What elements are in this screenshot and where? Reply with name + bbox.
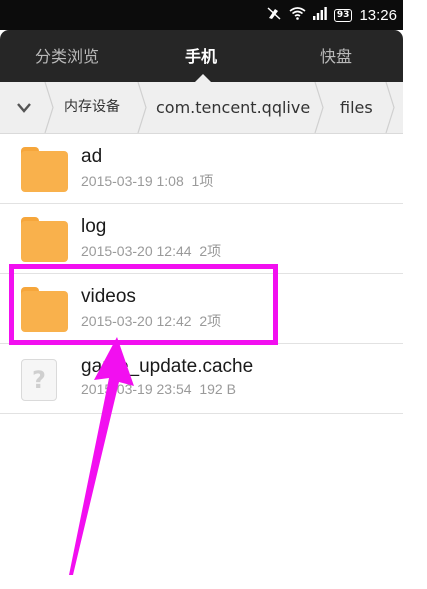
file-meta: 2015-03-20 12:44 2项 [81, 241, 221, 261]
status-icons: 93 13:26 [266, 0, 397, 30]
tab-category-browse[interactable]: 分类浏览 [0, 30, 134, 82]
highlight-box [9, 264, 278, 345]
file-name: ad [81, 146, 103, 167]
breadcrumb-separator [314, 82, 324, 133]
file-date: 2015-03-19 1:08 [81, 173, 184, 189]
file-info: 192 B [199, 381, 236, 397]
file-info: 1项 [191, 173, 214, 189]
file-date: 2015-03-19 23:54 [81, 381, 192, 397]
chevron-down-icon[interactable] [16, 82, 36, 133]
mute-icon [266, 6, 282, 24]
breadcrumb-item-internal-storage[interactable]: 内存设备 [64, 82, 120, 133]
file-info: 2项 [199, 243, 222, 259]
list-item[interactable]: ? game_update.cache 2015-03-19 23:54 192… [0, 343, 403, 414]
signal-icon [312, 6, 327, 24]
folder-icon [21, 217, 68, 262]
breadcrumb-separator [44, 82, 54, 133]
file-name: log [81, 216, 107, 237]
file-name: game_update.cache [81, 356, 254, 377]
breadcrumb-separator [385, 82, 395, 133]
file-manager-screen: 93 13:26 分类浏览 手机 快盘 内存设备 com.tencent.qql… [0, 0, 403, 589]
wifi-icon [289, 6, 306, 24]
battery-icon: 93 [333, 8, 353, 22]
breadcrumb: 内存设备 com.tencent.qqlive files [0, 82, 403, 134]
list-item[interactable]: ad 2015-03-19 1:08 1项 [0, 133, 403, 204]
file-meta: 2015-03-19 23:54 192 B [81, 381, 236, 397]
breadcrumb-item-package[interactable]: com.tencent.qqlive [156, 82, 310, 133]
breadcrumb-item-files[interactable]: files [340, 82, 373, 133]
tab-kuaipan[interactable]: 快盘 [269, 30, 403, 82]
file-meta: 2015-03-19 1:08 1项 [81, 171, 213, 191]
breadcrumb-separator [137, 82, 147, 133]
folder-icon [21, 147, 68, 192]
active-tab-indicator [195, 74, 211, 82]
file-date: 2015-03-20 12:44 [81, 243, 192, 259]
status-bar: 93 13:26 [0, 0, 403, 30]
status-time: 13:26 [359, 6, 397, 24]
unknown-file-icon: ? [21, 359, 57, 401]
